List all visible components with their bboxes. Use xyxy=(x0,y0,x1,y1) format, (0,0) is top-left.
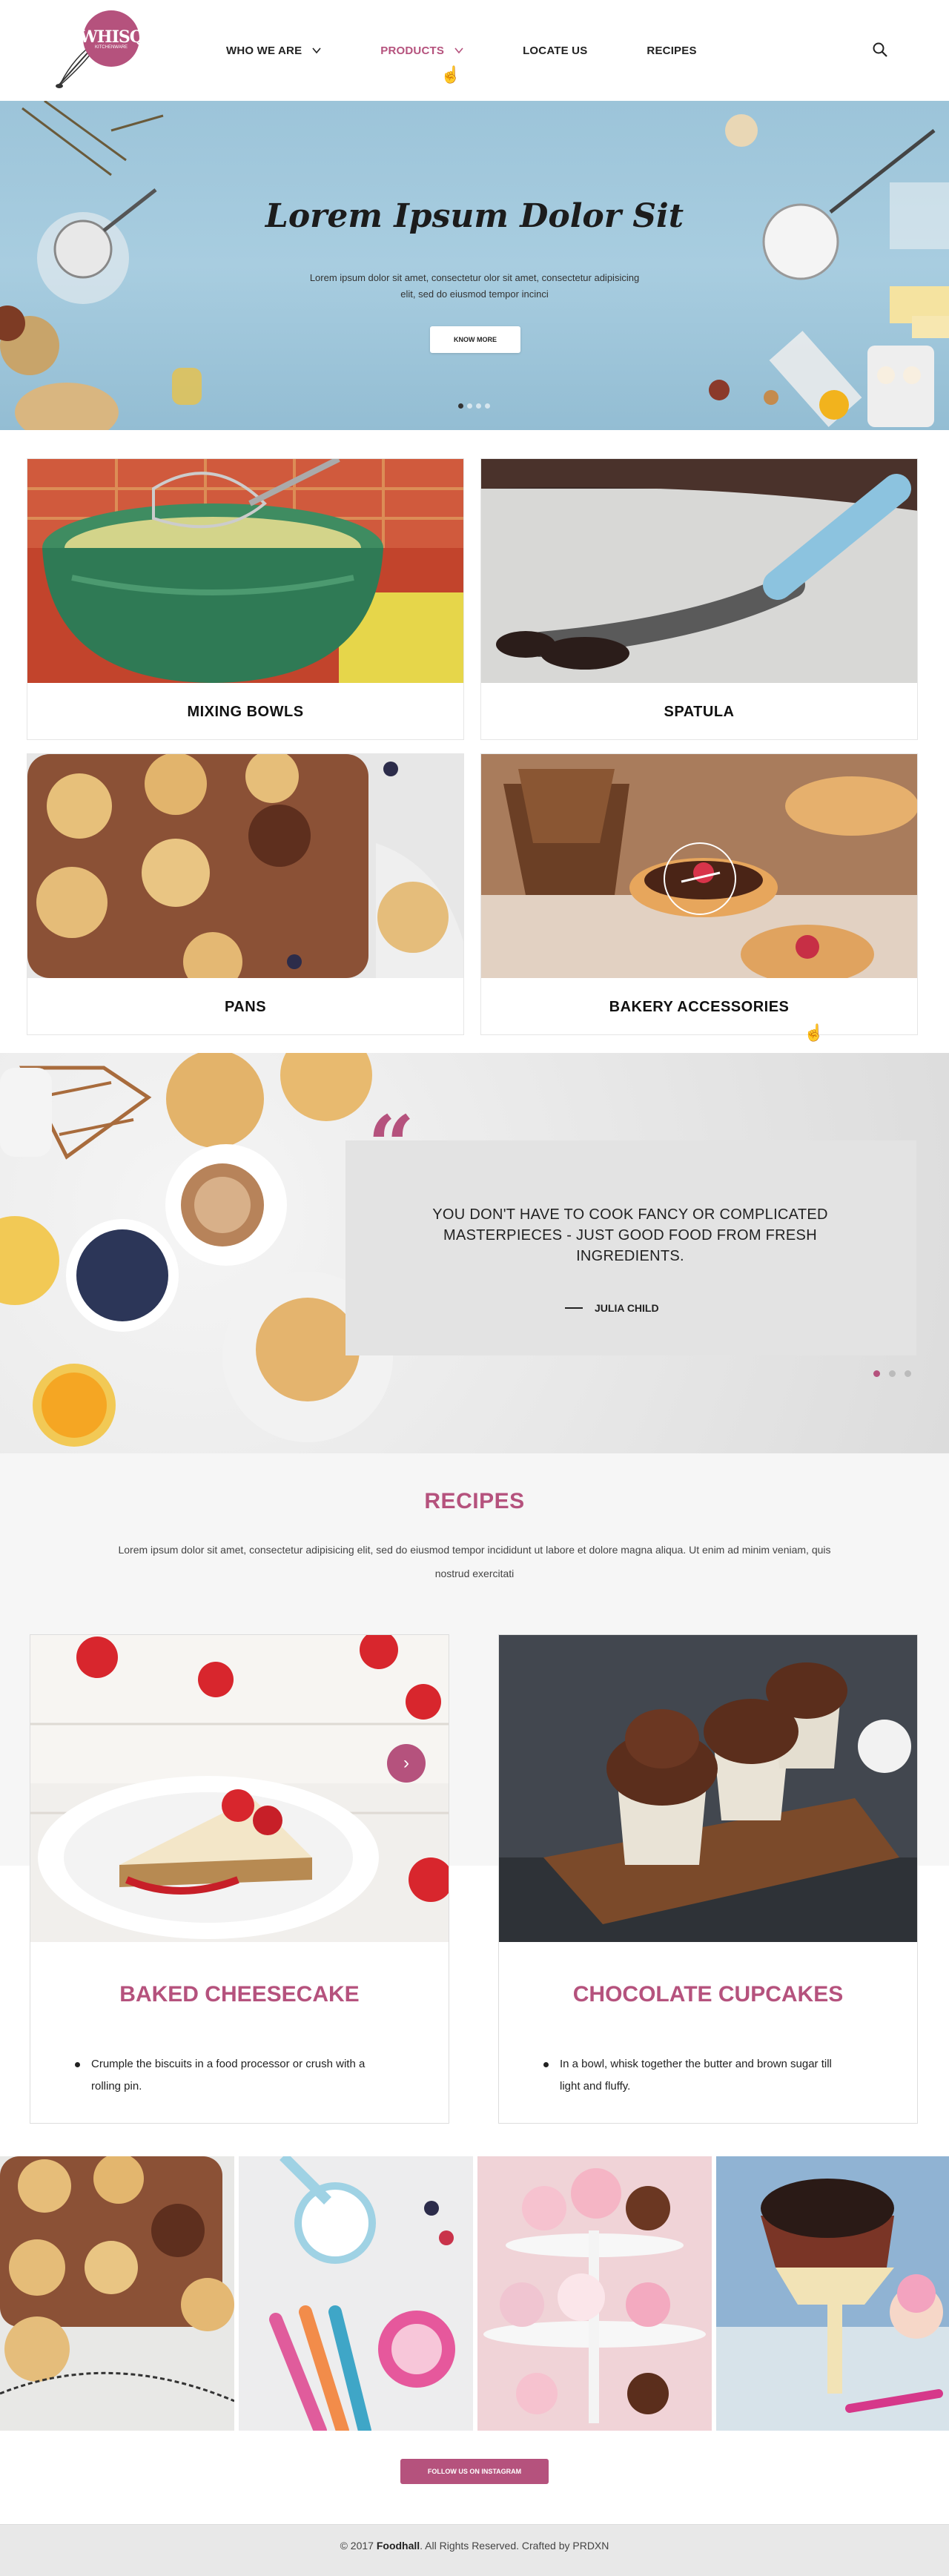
recipe-name: BAKED CHEESECAKE xyxy=(119,1982,360,2007)
footer: © 2017 Foodhall. All Rights Reserved. Cr… xyxy=(0,2524,949,2576)
hand-cursor-icon: ☝ xyxy=(804,1023,824,1042)
quote-mark-icon: “ xyxy=(368,1097,415,1193)
logo[interactable]: WHISQ KITCHENWARE xyxy=(53,10,144,92)
quote-author: JULIA CHILD xyxy=(565,1302,659,1314)
nav-products[interactable]: PRODUCTS xyxy=(380,44,463,57)
know-more-button[interactable]: KNOW MORE xyxy=(430,326,520,353)
recipes-title: RECIPES xyxy=(424,1489,525,1513)
recipe-step: Crumple the biscuits in a food processor… xyxy=(75,2053,371,2098)
search-icon[interactable] xyxy=(872,42,888,58)
products-grid: MIXING BOWLS SPATULA PANS BAKERY ACCESSO… xyxy=(0,430,949,1053)
logo-subtitle: KITCHENWARE xyxy=(94,45,128,50)
main-nav: WHO WE ARE PRODUCTS LOCATE US RECIPES xyxy=(226,0,756,101)
bakery-accessories-image xyxy=(481,754,917,978)
product-card-mixing-bowls[interactable]: MIXING BOWLS xyxy=(27,458,464,740)
cheesecake-image xyxy=(30,1635,449,1942)
nav-locate-us[interactable]: LOCATE US xyxy=(523,44,587,57)
recipe-name: CHOCOLATE CUPCAKES xyxy=(572,1982,844,2007)
slider-dot-1[interactable] xyxy=(458,403,463,409)
nav-who-we-are[interactable]: WHO WE ARE xyxy=(226,44,321,57)
chevron-down-icon xyxy=(454,47,463,54)
site-header: WHISQ KITCHENWARE WHO WE ARE PRODUCTS LO… xyxy=(0,0,949,101)
baking-tools-left-image xyxy=(0,101,202,430)
quote-section: “ YOU DON'T HAVE TO COOK FANCY OR COMPLI… xyxy=(0,1053,949,1453)
nav-recipes[interactable]: RECIPES xyxy=(647,44,696,57)
slider-dot-3[interactable] xyxy=(905,1370,911,1377)
nav-label: PRODUCTS xyxy=(380,44,445,57)
product-card-pans[interactable]: PANS xyxy=(27,753,464,1035)
footer-brand[interactable]: Foodhall xyxy=(377,2540,420,2552)
slider-dot-4[interactable] xyxy=(485,403,490,409)
next-arrow-icon[interactable]: › xyxy=(387,1744,426,1783)
instagram-tile-3[interactable] xyxy=(477,2156,712,2431)
author-dash xyxy=(565,1307,583,1309)
instagram-tile-2[interactable] xyxy=(239,2156,473,2431)
instagram-tile-4[interactable] xyxy=(716,2156,949,2431)
hand-cursor-icon: ☝ xyxy=(440,65,461,84)
recipe-step: In a bowl, whisk together the butter and… xyxy=(543,2053,840,2098)
recipes-description: Lorem ipsum dolor sit amet, consectetur … xyxy=(118,1544,831,1579)
slider-dot-2[interactable] xyxy=(889,1370,896,1377)
product-label: BAKERY ACCESSORIES xyxy=(609,999,790,1015)
baking-tools-right-image xyxy=(709,114,949,427)
recipe-card-cupcakes[interactable]: CHOCOLATE CUPCAKES In a bowl, whisk toge… xyxy=(498,1634,918,2124)
hero-banner: Lorem Ipsum Dolor Sit Lorem ipsum dolor … xyxy=(0,101,949,430)
instagram-section: FOLLOW US ON INSTAGRAM xyxy=(0,2156,949,2484)
recipe-card-cheesecake[interactable]: BAKED CHEESECAKE Crumple the biscuits in… xyxy=(30,1634,449,2124)
hero-description: Lorem ipsum dolor sit amet, consectetur … xyxy=(309,272,640,300)
product-label: PANS xyxy=(224,999,267,1015)
muffin-pan-image xyxy=(27,754,463,978)
product-label: MIXING BOWLS xyxy=(187,704,304,720)
nav-label: WHO WE ARE xyxy=(226,44,302,57)
author-name: JULIA CHILD xyxy=(595,1302,659,1314)
mixing-bowl-image xyxy=(27,459,463,683)
nav-label: LOCATE US xyxy=(523,44,588,57)
footer-rights: . All Rights Reserved. Crafted by PRDXN xyxy=(420,2540,609,2552)
product-label: SPATULA xyxy=(664,704,735,720)
logo-badge: WHISQ KITCHENWARE xyxy=(79,10,144,67)
cupcakes-image xyxy=(499,1635,917,1942)
slider-dot-1[interactable] xyxy=(873,1370,880,1377)
quote-text: YOU DON'T HAVE TO COOK FANCY OR COMPLICA… xyxy=(432,1206,828,1264)
hero-title: Lorem Ipsum Dolor Sit xyxy=(265,197,684,235)
logo-text: WHISQ xyxy=(79,27,144,47)
chevron-down-icon xyxy=(312,47,321,54)
copyright-text: © 2017 xyxy=(340,2540,374,2552)
slider-dot-2[interactable] xyxy=(467,403,472,409)
slider-dot-3[interactable] xyxy=(476,403,481,409)
product-card-spatula[interactable]: SPATULA xyxy=(480,458,918,740)
product-card-bakery-accessories[interactable]: BAKERY ACCESSORIES xyxy=(480,753,918,1035)
hero-slider-dots xyxy=(458,403,490,409)
nav-label: RECIPES xyxy=(647,44,697,57)
quote-slider-dots xyxy=(873,1370,911,1377)
spatula-image xyxy=(481,459,917,683)
follow-instagram-button[interactable]: FOLLOW US ON INSTAGRAM xyxy=(400,2459,549,2484)
recipes-section: RECIPES Lorem ipsum dolor sit amet, cons… xyxy=(0,1453,949,2156)
instagram-tile-1[interactable] xyxy=(0,2156,234,2431)
